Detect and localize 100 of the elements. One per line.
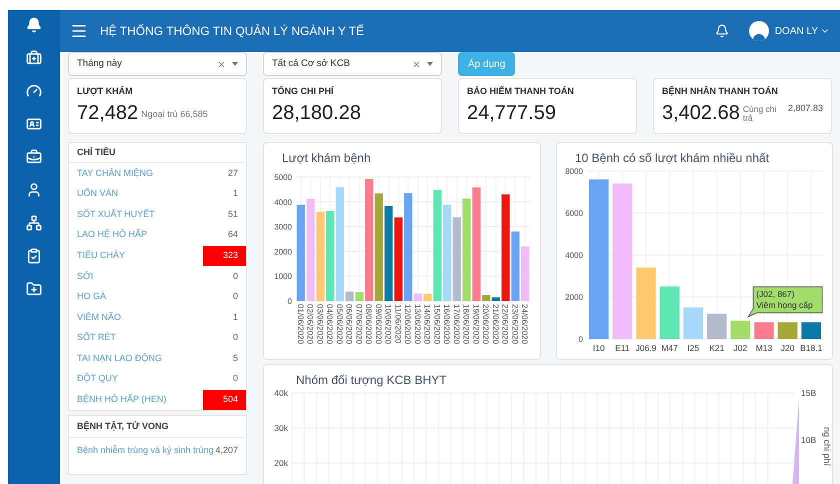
tooltip-text: Viêm họng cấp: [756, 300, 813, 310]
indicator-link[interactable]: SỞI: [77, 270, 203, 284]
indicator-value: 51: [226, 208, 239, 221]
x-tick-label: I25: [687, 343, 700, 353]
indicator-link[interactable]: VIÊM NÃO: [77, 310, 203, 324]
y-tick-label: 2000: [274, 247, 292, 256]
kpi-label: TỔNG CHI PHÍ: [272, 85, 335, 98]
x-tick-label: 03/06/2020: [315, 304, 324, 344]
kpi-note: Ngoại trú 66,585: [141, 108, 208, 121]
avatar-icon[interactable]: [748, 21, 769, 41]
briefcase-icon[interactable]: [26, 149, 42, 165]
y-tick-label: 10B: [801, 435, 816, 445]
chart-title: 10 Bệnh có số lượt khám nhiều nhất: [574, 150, 770, 163]
x-tick-label: 22/06/2020: [500, 304, 510, 344]
x-tick-label: 08/06/2020: [364, 304, 374, 344]
indicator-link[interactable]: ĐỘT QUỴ: [77, 372, 203, 386]
x-tick-label: B18.1: [800, 343, 822, 353]
kpi-extra: 2,807.83: [788, 102, 823, 114]
x-tick-label: 02/06/2020: [306, 304, 315, 344]
x-tick-label: 21/06/2020: [490, 304, 500, 344]
kpi-label: LƯỢT KHÁM: [77, 85, 134, 98]
panel-title: CHỈ TIÊU: [69, 143, 246, 163]
x-tick-label: 07/06/2020: [354, 304, 364, 344]
x-tick-label: 13/06/2020: [412, 304, 422, 344]
indicator-link[interactable]: LAO HỆ HÔ HẤP: [77, 228, 203, 242]
indicator-value: 64: [226, 228, 239, 242]
indicator-link[interactable]: SỐT RÉT: [77, 331, 203, 345]
y-tick-label: 15B: [801, 388, 816, 398]
apply-button[interactable]: Áp dụng: [458, 52, 516, 76]
x-tick-label: 20/06/2020: [481, 304, 490, 344]
panel-title: BỆNH TẬT, TỬ VONG: [69, 416, 246, 438]
kpi-label: BỆNH NHÂN THANH TOÁN: [662, 85, 779, 98]
indicator-value: 0: [232, 270, 239, 283]
y-tick-label: 0: [578, 335, 583, 344]
clear-icon[interactable]: [412, 60, 421, 68]
kpi-label: BẢO HIỂM THANH TOÁN: [467, 85, 575, 98]
x-tick-label: 09/06/2020: [374, 304, 383, 344]
y-tick-label: 30k: [274, 423, 288, 433]
chart-title: Nhóm đối tượng KCB BHYT: [295, 372, 448, 387]
indicator-value: 504: [203, 390, 246, 410]
kpi-value: 24,777.59: [467, 102, 556, 124]
indicator-link[interactable]: TAY CHÂN MIỆNG: [77, 166, 203, 180]
y-tick-label: 8000: [565, 167, 583, 176]
user-menu-button[interactable]: DOAN LY: [774, 24, 830, 38]
y-tick-label: 1000: [274, 272, 292, 282]
x-tick-label: 14/06/2020: [422, 304, 432, 344]
user-icon[interactable]: [26, 182, 42, 198]
x-tick-label: J02: [734, 343, 748, 353]
x-tick-label: 17/06/2020: [452, 304, 461, 344]
indicator-value: 5: [232, 352, 239, 365]
sitemap-icon[interactable]: [26, 215, 42, 231]
caret-icon[interactable]: [232, 62, 238, 66]
indicator-link[interactable]: TAI NẠN LAO ĐỘNG: [77, 352, 203, 366]
caret-icon[interactable]: [427, 62, 433, 66]
x-tick-label: J06.9: [636, 343, 656, 353]
x-tick-label: J20: [780, 343, 794, 353]
x-tick-label: 06/06/2020: [344, 304, 354, 344]
y-tick-label: 3000: [274, 222, 292, 232]
indicator-link[interactable]: HO GÀ: [77, 290, 203, 304]
x-tick-label: M13: [756, 343, 772, 353]
clipboard-check-icon[interactable]: [26, 248, 42, 264]
x-tick-label: 23/06/2020: [510, 304, 520, 344]
indicator-value: 0: [232, 372, 239, 386]
id-card-icon[interactable]: [26, 116, 42, 132]
kpi-note: Cùng chi trả: [742, 104, 777, 122]
indicator-link[interactable]: BỆNH HÔ HẤP (HEN): [77, 393, 203, 407]
gauge-icon[interactable]: [26, 83, 42, 99]
kpi-value: 72,482: [77, 102, 138, 124]
tooltip-text: (J02, 867): [756, 288, 794, 299]
indicator-link[interactable]: UỐN VÁN: [77, 187, 203, 201]
x-tick-label: 04/06/2020: [325, 304, 334, 344]
medical-kit-icon[interactable]: [26, 50, 42, 66]
x-tick-label: 16/06/2020: [442, 304, 452, 344]
indicator-value: 323: [203, 246, 246, 266]
indicator-value: 1: [232, 187, 239, 200]
x-tick-label: 01/06/2020: [296, 304, 305, 344]
bell-icon[interactable]: [714, 24, 729, 38]
x-tick-label: 18/06/2020: [462, 304, 471, 344]
x-tick-label: 05/06/2020: [334, 304, 344, 344]
disease-link[interactable]: Bệnh nhiễm trùng và ký sinh trùng: [77, 444, 216, 458]
x-tick-label: 12/06/2020: [403, 304, 412, 344]
x-tick-label: 11/06/2020: [393, 304, 402, 344]
indicator-link[interactable]: SỐT XUẤT HUYẾT: [77, 208, 203, 222]
axis-label: ng chi phí: [822, 427, 832, 466]
kpi-value: 28,180.28: [272, 102, 361, 124]
bell-icon[interactable]: [26, 17, 42, 33]
indicator-value: 0: [232, 290, 239, 304]
chart-title: Lượt khám bệnh: [281, 150, 372, 167]
y-tick-label: 6000: [565, 209, 583, 218]
x-tick-label: 10/06/2020: [384, 304, 393, 344]
clear-icon[interactable]: [217, 60, 226, 68]
indicator-link[interactable]: TIÊU CHẢY: [77, 248, 203, 262]
filter-select[interactable]: Tháng này: [68, 52, 247, 76]
folder-icon[interactable]: [26, 281, 42, 297]
menu-icon[interactable]: [70, 22, 88, 40]
y-tick-label: 40k: [274, 388, 288, 398]
y-tick-label: 0: [288, 297, 292, 306]
kpi-value: 3,402.68: [662, 102, 740, 124]
x-tick-label: M47: [661, 343, 678, 353]
filter-select[interactable]: Tất cả Cơ sở KCB: [263, 52, 442, 76]
